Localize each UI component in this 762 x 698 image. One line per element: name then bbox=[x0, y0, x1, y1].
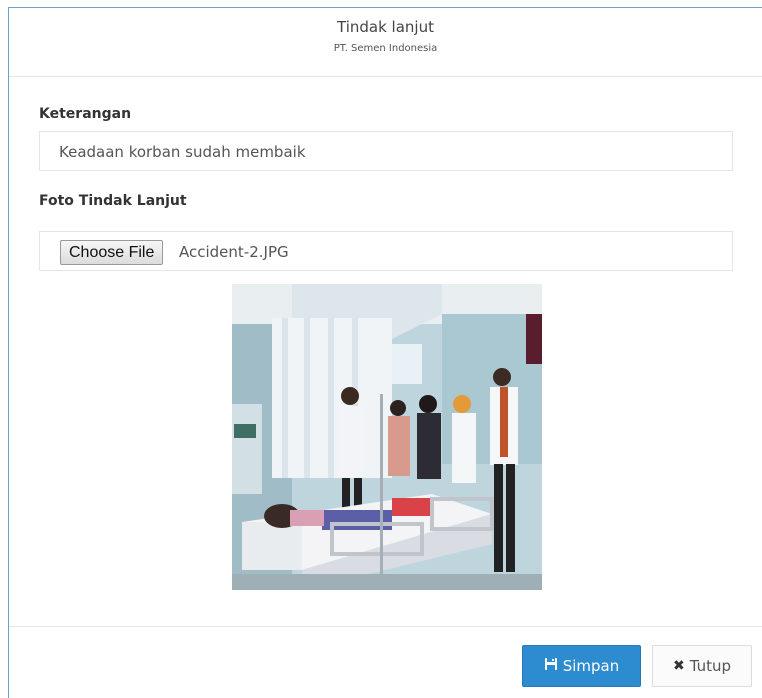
modal-dialog: Tindak lanjut PT. Semen Indonesia Ketera… bbox=[0, 0, 762, 698]
modal-header: Tindak lanjut PT. Semen Indonesia bbox=[9, 8, 762, 77]
simpan-button[interactable]: Simpan bbox=[522, 645, 641, 687]
modal-title: Tindak lanjut bbox=[337, 18, 434, 36]
modal-subtitle: PT. Semen Indonesia bbox=[333, 43, 438, 54]
floppy-disk-icon bbox=[544, 657, 558, 675]
choose-file-button[interactable]: Choose File bbox=[60, 240, 164, 265]
frame-border-left bbox=[8, 7, 9, 698]
keterangan-input[interactable]: Keadaan korban sudah membaik bbox=[39, 131, 733, 171]
foto-tindak-lanjut-label: Foto Tindak Lanjut bbox=[39, 193, 187, 209]
hospital-photo bbox=[232, 284, 542, 590]
simpan-label: Simpan bbox=[562, 657, 620, 675]
keterangan-value: Keadaan korban sudah membaik bbox=[59, 143, 306, 161]
x-icon: ✖ bbox=[672, 658, 685, 674]
file-input: Choose File Accident-2.JPG bbox=[39, 231, 733, 271]
keterangan-label: Keterangan bbox=[39, 106, 132, 122]
tutup-button[interactable]: ✖ Tutup bbox=[652, 645, 752, 687]
modal-footer bbox=[9, 626, 762, 698]
file-name: Accident-2.JPG bbox=[179, 243, 289, 261]
tutup-label: Tutup bbox=[689, 657, 732, 675]
